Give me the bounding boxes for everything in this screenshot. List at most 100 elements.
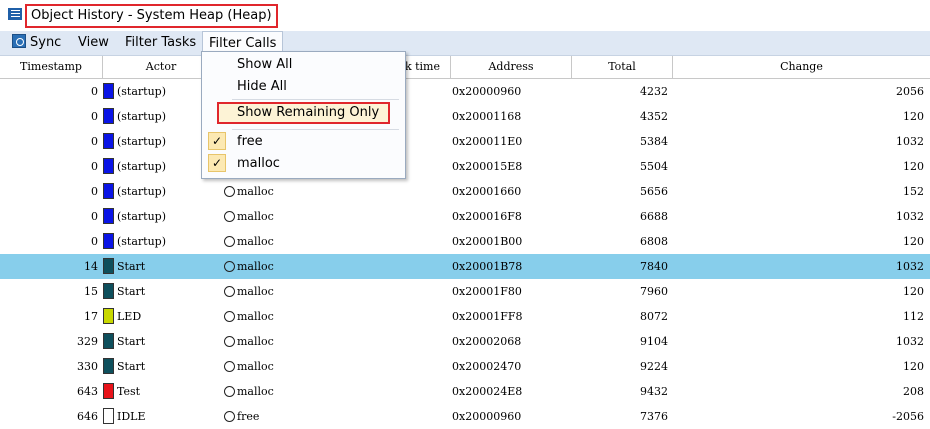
cell-actor: (startup) xyxy=(103,229,213,254)
cell-timestamp: 0 xyxy=(91,210,98,223)
table-row[interactable]: 329 Start malloc 0x20002068 9104 1032 xyxy=(0,329,930,354)
cell-total: 9432 xyxy=(640,385,668,398)
cell-actor: (startup) xyxy=(103,204,213,229)
cell-timestamp: 0 xyxy=(91,110,98,123)
actor-name: (startup) xyxy=(117,85,167,98)
actor-name: Start xyxy=(117,335,146,348)
table-row[interactable]: 0 (startup) malloc 0x200016F8 6688 1032 xyxy=(0,204,930,229)
actor-name: Test xyxy=(117,385,141,398)
menu-show-all[interactable]: Show All xyxy=(202,54,405,76)
cell-timestamp: 330 xyxy=(77,360,98,373)
table-row[interactable]: 330 Start malloc 0x20002470 9224 120 xyxy=(0,354,930,379)
title-bar: Object History - System Heap (Heap) xyxy=(0,0,930,30)
menu-hide-all[interactable]: Hide All xyxy=(202,76,405,98)
table-row[interactable]: 0 (startup) malloc 0x20001B00 6808 120 xyxy=(0,229,930,254)
menu-sync[interactable]: Sync xyxy=(6,31,67,55)
cell-address: 0x20001F80 xyxy=(452,285,522,298)
menu-filter-tasks[interactable]: Filter Tasks xyxy=(119,31,202,55)
cell-total: 6688 xyxy=(640,210,668,223)
table-row[interactable]: 0 (startup) 0x20001168 4352 120 xyxy=(0,104,930,129)
call-circle-icon xyxy=(224,235,235,247)
cell-timestamp: 17 xyxy=(84,310,98,323)
call-circle-icon xyxy=(224,335,235,347)
sync-icon xyxy=(12,34,26,48)
cell-change: 112 xyxy=(903,310,924,323)
cell-call: malloc xyxy=(224,354,344,379)
cell-address: 0x200011E0 xyxy=(452,135,523,148)
cell-address: 0x20001B78 xyxy=(452,260,523,273)
actor-color-swatch xyxy=(103,133,114,149)
table-header: Timestamp Actor k time Address Total Cha… xyxy=(0,56,930,79)
cell-total: 4232 xyxy=(640,85,668,98)
actor-name: LED xyxy=(117,310,142,323)
window-list-icon xyxy=(8,8,22,20)
actor-color-swatch xyxy=(103,358,114,374)
actor-color-swatch xyxy=(103,108,114,124)
table-row[interactable]: 0 (startup) malloc 0x20001660 5656 152 xyxy=(0,179,930,204)
call-name: malloc xyxy=(237,335,274,348)
cell-call: malloc xyxy=(224,379,344,404)
cell-timestamp: 0 xyxy=(91,185,98,198)
cell-call: malloc xyxy=(224,254,344,279)
cell-total: 9104 xyxy=(640,335,668,348)
actor-color-swatch xyxy=(103,208,114,224)
menu-show-remaining-only[interactable]: Show Remaining Only xyxy=(217,102,390,124)
cell-address: 0x20002068 xyxy=(452,335,522,348)
col-change[interactable]: Change xyxy=(673,56,930,78)
table-row[interactable]: 0 (startup) 0x20000960 4232 2056 xyxy=(0,79,930,104)
cell-address: 0x200024E8 xyxy=(452,385,523,398)
cell-actor: (startup) xyxy=(103,154,213,179)
window-title: Object History - System Heap (Heap) xyxy=(25,4,278,28)
table-row[interactable]: 646 IDLE free 0x20000960 7376 -2056 xyxy=(0,404,930,429)
table-row[interactable]: 0 (startup) 0x200011E0 5384 1032 xyxy=(0,129,930,154)
cell-actor: IDLE xyxy=(103,404,213,429)
call-name: malloc xyxy=(237,385,274,398)
actor-color-swatch xyxy=(103,183,114,199)
cell-actor: Start xyxy=(103,329,213,354)
menu-filter-free[interactable]: ✓ free xyxy=(202,131,405,153)
col-total[interactable]: Total xyxy=(572,56,673,78)
cell-change: 1032 xyxy=(896,260,924,273)
col-address[interactable]: Address xyxy=(451,56,572,78)
menu-separator xyxy=(232,99,399,100)
cell-address: 0x20001B00 xyxy=(452,235,523,248)
actor-color-swatch xyxy=(103,233,114,249)
cell-address: 0x20001FF8 xyxy=(452,310,523,323)
cell-total: 5504 xyxy=(640,160,668,173)
cell-address: 0x20001168 xyxy=(452,110,522,123)
hide-all-label: Hide All xyxy=(237,79,287,94)
cell-total: 5384 xyxy=(640,135,668,148)
cell-timestamp: 0 xyxy=(91,135,98,148)
call-circle-icon xyxy=(224,385,235,397)
menu-view[interactable]: View xyxy=(72,31,115,55)
call-circle-icon xyxy=(224,260,235,272)
actor-name: (startup) xyxy=(117,135,167,148)
cell-call: malloc xyxy=(224,279,344,304)
actor-color-swatch xyxy=(103,283,114,299)
cell-call: malloc xyxy=(224,329,344,354)
table-row[interactable]: 643 Test malloc 0x200024E8 9432 208 xyxy=(0,379,930,404)
cell-timestamp: 646 xyxy=(77,410,98,423)
cell-actor: Start xyxy=(103,354,213,379)
col-timestamp[interactable]: Timestamp xyxy=(0,56,103,78)
cell-call: malloc xyxy=(224,229,344,254)
table-row[interactable]: 0 (startup) 0x200015E8 5504 120 xyxy=(0,154,930,179)
cell-change: 1032 xyxy=(896,210,924,223)
cell-actor: (startup) xyxy=(103,79,213,104)
call-name: malloc xyxy=(237,360,274,373)
table-row[interactable]: 15 Start malloc 0x20001F80 7960 120 xyxy=(0,279,930,304)
cell-total: 9224 xyxy=(640,360,668,373)
table-row[interactable]: 17 LED malloc 0x20001FF8 8072 112 xyxy=(0,304,930,329)
call-name: malloc xyxy=(237,235,274,248)
call-circle-icon xyxy=(224,210,235,222)
actor-name: (startup) xyxy=(117,110,167,123)
menu-bar: Sync View Filter Tasks Filter Calls xyxy=(0,31,930,56)
cell-actor: (startup) xyxy=(103,179,213,204)
table-row[interactable]: 14 Start malloc 0x20001B78 7840 1032 xyxy=(0,254,930,279)
cell-actor: Start xyxy=(103,279,213,304)
menu-filter-malloc[interactable]: ✓ malloc xyxy=(202,153,405,175)
cell-timestamp: 0 xyxy=(91,235,98,248)
actor-color-swatch xyxy=(103,383,114,399)
cell-call: malloc xyxy=(224,179,344,204)
cell-total: 7960 xyxy=(640,285,668,298)
